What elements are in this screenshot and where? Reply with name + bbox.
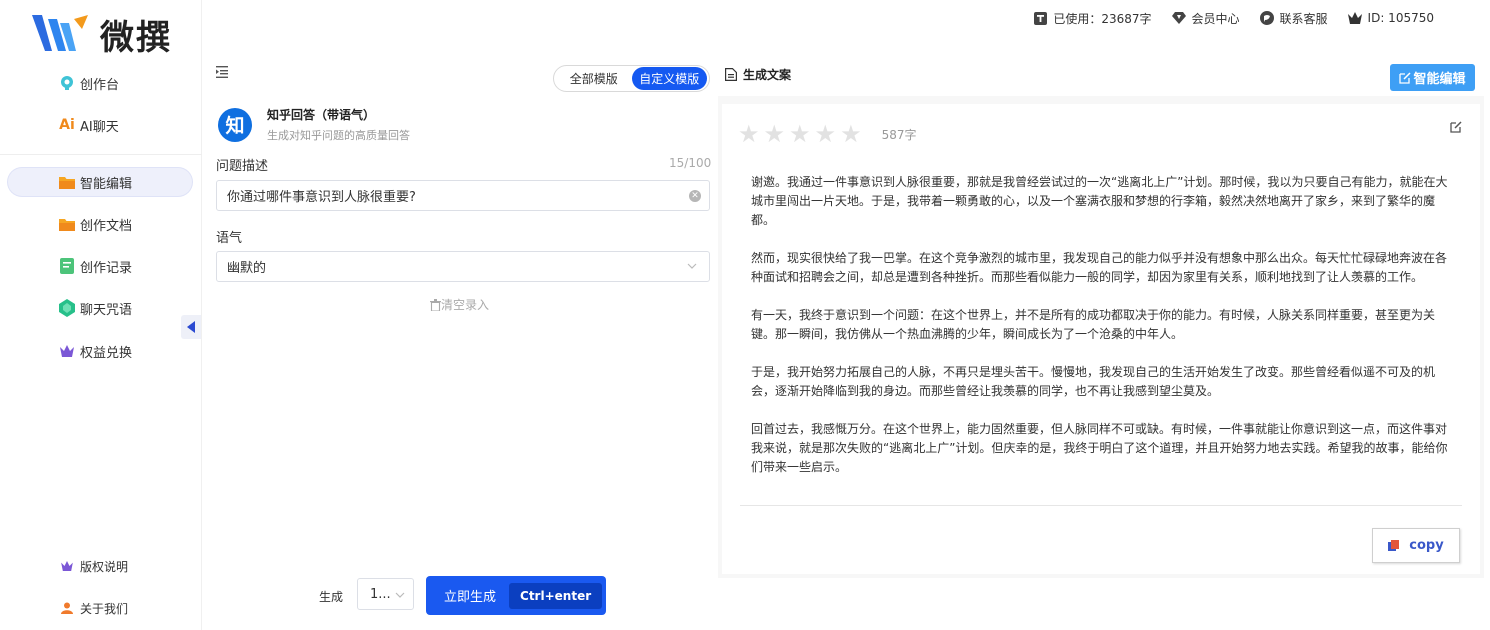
diamond-icon xyxy=(1171,11,1186,25)
sidebar-item-about[interactable]: 关于我们 xyxy=(8,594,192,622)
sidebar-item-label: 创作记录 xyxy=(80,260,133,276)
article-paragraph: 回首过去，我感慨万分。在这个世界上，能力固然重要，但人脉同样不可或缺。有时候，一… xyxy=(751,422,1448,474)
sidebar-item-spells[interactable]: 聊天咒语 xyxy=(8,294,192,322)
tab-all-templates[interactable]: 全部模版 xyxy=(556,67,632,90)
article-paragraph: 谢邀。我通过一件事意识到人脉很重要，那就是我曾经尝试过的一次“逃离北上广”计划。… xyxy=(751,175,1448,227)
sidebar-item-label: 权益兑换 xyxy=(80,345,133,361)
bulb-icon xyxy=(58,74,76,92)
sidebar-item-label: AI聊天 xyxy=(80,119,119,135)
copy-label: copy xyxy=(1409,538,1444,553)
usage-indicator: 已使用：23687字 xyxy=(1033,10,1152,27)
chevron-down-icon xyxy=(687,263,697,269)
folder-icon xyxy=(58,215,76,233)
smart-edit-label: 智能编辑 xyxy=(1413,72,1466,87)
record-icon xyxy=(58,257,76,275)
question-label: 问题描述 xyxy=(216,159,269,174)
template-card: 知 知乎回答（带语气） 生成对知乎问题的高质量回答 xyxy=(218,106,410,143)
crown-icon xyxy=(58,557,76,575)
template-title: 知乎回答（带语气） xyxy=(267,108,376,122)
sidebar: 微撰 创作台 Ai AI聊天 智能编辑 创作文档 创作记录 聊天咒语 权益兑换 … xyxy=(0,0,202,630)
result-divider xyxy=(740,505,1462,506)
star-icon[interactable]: ★ xyxy=(815,122,837,146)
crown-icon xyxy=(1347,11,1362,25)
brand-name: 微撰 xyxy=(100,18,172,58)
sidebar-item-label: 版权说明 xyxy=(80,559,129,574)
copy-icon xyxy=(1388,539,1400,551)
result-header: 生成文案 xyxy=(725,66,791,83)
sidebar-item-smart-edit[interactable]: 智能编辑 xyxy=(8,168,192,196)
gem-icon xyxy=(58,299,76,317)
document-icon xyxy=(725,68,737,81)
logo-icon xyxy=(32,14,88,51)
chat-icon xyxy=(1259,11,1274,25)
crown-icon xyxy=(58,342,76,360)
trash-icon xyxy=(430,298,441,311)
article-paragraph: 于是，我开始努力拓展自己的人脉，不再只是埋头苦干。慢慢地，我发现自己的生活开始发… xyxy=(751,365,1436,398)
sidebar-item-label: 智能编辑 xyxy=(80,176,133,192)
template-switch: 全部模版 自定义模版 xyxy=(553,65,710,92)
logo[interactable]: 微撰 xyxy=(30,10,172,59)
sidebar-item-ai-chat[interactable]: Ai AI聊天 xyxy=(8,111,192,139)
support-label: 联系客服 xyxy=(1279,11,1328,26)
edit-icon xyxy=(1399,71,1412,84)
sidebar-item-label: 创作台 xyxy=(80,77,120,93)
sidebar-item-rights[interactable]: 权益兑换 xyxy=(8,337,192,365)
clear-input-icon[interactable]: ✕ xyxy=(689,190,701,202)
support-link[interactable]: 联系客服 xyxy=(1259,10,1328,27)
result-title: 生成文案 xyxy=(743,68,792,82)
sidebar-item-docs[interactable]: 创作文档 xyxy=(8,210,192,238)
user-id: ID: 105750 xyxy=(1347,11,1434,25)
tone-select-value: 幽默的 xyxy=(227,261,267,276)
sidebar-item-workbench[interactable]: 创作台 xyxy=(8,69,192,97)
generated-article[interactable]: 谢邀。我通过一件事意识到人脉很重要，那就是我曾经尝试过的一次“逃离北上广”计划。… xyxy=(751,173,1451,496)
text-icon xyxy=(1033,11,1047,25)
generate-count-select[interactable]: 1... xyxy=(357,578,414,610)
copy-button[interactable]: copy xyxy=(1372,528,1460,563)
menu-collapse-icon[interactable] xyxy=(216,66,230,78)
sidebar-item-label: 聊天咒语 xyxy=(80,302,133,318)
smart-edit-button[interactable]: 智能编辑 xyxy=(1390,64,1475,91)
edit-icon[interactable] xyxy=(1450,121,1462,133)
generate-count-value: 1... xyxy=(370,586,391,602)
clear-form-button[interactable]: 清空录入 xyxy=(430,296,489,313)
sidebar-item-label: 创作文档 xyxy=(80,218,133,234)
generate-button-label: 立即生成 xyxy=(444,590,497,605)
question-input-value: 你通过哪件事意识到人脉很重要? xyxy=(227,190,416,205)
template-avatar: 知 xyxy=(218,107,252,142)
shortcut-badge: Ctrl+enter xyxy=(509,582,603,609)
usage-text: 已使用：23687字 xyxy=(1053,11,1152,26)
user-id-text: ID: 105750 xyxy=(1367,11,1434,25)
article-paragraph: 然而，现实很快给了我一巴掌。在这个竞争激烈的城市里，我发现自己的能力似乎并没有想… xyxy=(751,251,1448,284)
topbar: 已使用：23687字 会员中心 联系客服 ID: 105750 xyxy=(1013,8,1434,28)
question-counter: 15/100 xyxy=(669,156,712,170)
rating-stars[interactable]: ★ ★ ★ ★ ★ 587字 xyxy=(738,122,916,146)
template-description: 生成对知乎问题的高质量回答 xyxy=(267,129,410,142)
generate-button[interactable]: 立即生成 Ctrl+enter xyxy=(426,576,606,615)
caret-left-icon xyxy=(187,321,195,333)
ai-icon: Ai xyxy=(59,117,75,133)
tone-label: 语气 xyxy=(216,231,243,246)
sidebar-item-records[interactable]: 创作记录 xyxy=(8,252,192,280)
star-icon[interactable]: ★ xyxy=(840,122,862,146)
star-icon[interactable]: ★ xyxy=(738,122,760,146)
sidebar-item-label: 关于我们 xyxy=(80,601,129,616)
nav-divider xyxy=(0,154,202,155)
member-center-link[interactable]: 会员中心 xyxy=(1171,10,1240,27)
star-icon[interactable]: ★ xyxy=(764,122,786,146)
star-icon[interactable]: ★ xyxy=(789,122,811,146)
folder-icon xyxy=(58,173,76,191)
article-paragraph: 有一天，我终于意识到一个问题：在这个世界上，并不是所有的成功都取决于你的能力。有… xyxy=(751,308,1436,341)
generate-count-label: 生成 xyxy=(319,590,344,604)
word-count: 587字 xyxy=(881,127,917,142)
member-center-label: 会员中心 xyxy=(1191,11,1240,26)
tone-select[interactable]: 幽默的 xyxy=(216,251,710,282)
chevron-down-icon xyxy=(395,592,405,598)
user-icon xyxy=(58,599,76,617)
clear-form-label: 清空录入 xyxy=(441,298,490,312)
question-input[interactable]: 你通过哪件事意识到人脉很重要? ✕ xyxy=(216,180,710,211)
sidebar-item-copyright[interactable]: 版权说明 xyxy=(8,552,192,580)
sidebar-collapse-button[interactable] xyxy=(181,315,201,339)
tab-custom-templates[interactable]: 自定义模版 xyxy=(631,67,707,90)
